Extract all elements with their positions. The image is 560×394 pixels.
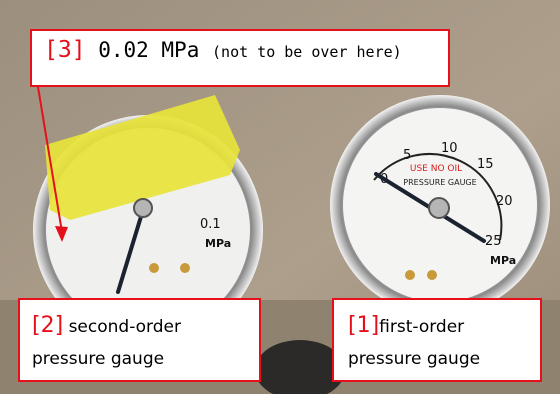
callout-number-2: [2]: [32, 313, 64, 338]
callout-2-line1: second-order: [68, 317, 181, 337]
tick-10: 10: [441, 141, 458, 156]
tick-20: 20: [496, 194, 513, 209]
callout-note: (not to be over here): [212, 43, 402, 61]
unit-label-right: MPa: [490, 254, 516, 267]
callout-number-1: [1]: [348, 313, 380, 338]
tick-0-1: 0.1: [200, 217, 221, 232]
callout-1-line1: first-order: [379, 317, 465, 337]
unit-label-left: MPa: [205, 237, 231, 250]
needle-hub-right: [428, 197, 450, 219]
callout-value: 0.02 MPa: [98, 38, 200, 62]
callout-2-line2: pressure gauge: [32, 349, 165, 369]
first-order-gauge: USE NO OIL PRESSURE GAUGE 0 5 10 15 20 2…: [330, 95, 550, 315]
callout-first-order: [1]first-order pressure gauge: [332, 298, 542, 382]
tick-5: 5: [403, 148, 411, 163]
needle-hub-left: [133, 198, 153, 218]
gauge-label-1: USE NO OIL: [410, 164, 462, 174]
callout-limit-pressure: [3] 0.02 MPa (not to be over here): [30, 29, 450, 87]
tick-25: 25: [485, 234, 502, 249]
callout-1-line2: pressure gauge: [348, 349, 481, 369]
gauge-label-2: PRESSURE GAUGE: [403, 178, 476, 187]
tick-15: 15: [477, 157, 494, 172]
callout-second-order: [2] second-order pressure gauge: [18, 298, 261, 382]
callout-number-3: [3]: [44, 37, 86, 63]
